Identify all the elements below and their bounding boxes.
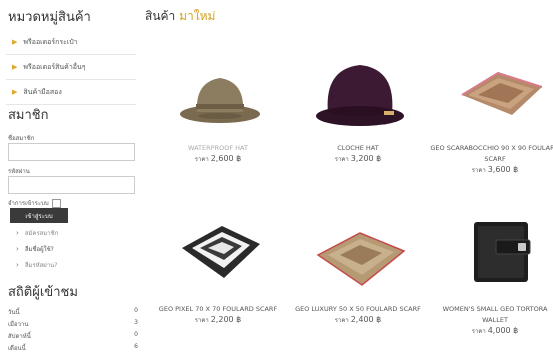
- register-link-label: สมัครสมาชิก: [24, 230, 59, 237]
- product-image[interactable]: [305, 220, 415, 295]
- stat-row: วันนี้ 0: [8, 307, 138, 317]
- product-name[interactable]: CLOCHE HAT: [293, 143, 423, 154]
- stat-row: เมื่อวาน 3: [8, 319, 138, 329]
- category-label: พรีออเดอร์กระเป๋า: [23, 37, 78, 46]
- product-image[interactable]: [165, 215, 275, 290]
- register-link[interactable]: › สมัครสมาชิก: [16, 228, 58, 238]
- stat-label: สัปดาห์นี้: [8, 333, 31, 340]
- product-price: ราคา 3,200 ฿: [293, 154, 423, 164]
- product-name[interactable]: GEO SCARABOCCHIO 90 X 90 FOULARD SCARF: [430, 143, 553, 165]
- product-image[interactable]: [305, 50, 415, 135]
- remember-checkbox[interactable]: [51, 198, 61, 208]
- price-label: ราคา: [334, 317, 349, 324]
- price-value: 4,000 ฿: [487, 326, 519, 335]
- login-button[interactable]: เข้าสู่ระบบ: [10, 208, 68, 223]
- product-price: ราคา 2,600 ฿: [153, 154, 283, 164]
- stat-label: เดือนนี้: [8, 345, 26, 352]
- product-name[interactable]: GEO LUXURY 50 X 50 FOULARD SCARF: [293, 304, 423, 315]
- product-image[interactable]: [165, 55, 275, 135]
- product-price: ราคา 4,000 ฿: [430, 326, 553, 336]
- password-input[interactable]: [8, 176, 135, 194]
- price-value: 2,200 ฿: [210, 315, 242, 324]
- stat-value: 0: [134, 331, 138, 338]
- chevron-right-icon: ›: [16, 245, 19, 253]
- chevron-right-icon: ›: [16, 229, 19, 237]
- price-label: ราคา: [334, 156, 349, 163]
- forgot-username-link[interactable]: › ลืมชื่อผู้ใช้?: [16, 244, 54, 254]
- price-value: 3,200 ฿: [350, 154, 382, 163]
- stats-title: สถิติผู้เข้าชม: [8, 285, 78, 300]
- stat-row: สัปดาห์นี้ 0: [8, 331, 138, 341]
- wallet-icon: [474, 221, 531, 282]
- triangle-right-icon: ▶: [12, 88, 18, 96]
- price-label: ราคา: [471, 167, 486, 174]
- triangle-right-icon: ▶: [12, 38, 18, 46]
- page-title-new: มาใหม่: [179, 9, 216, 23]
- product-price: ราคา 3,600 ฿: [430, 165, 553, 175]
- stat-value: 0: [134, 307, 138, 314]
- sidebar: หมวดหมู่สินค้า ▶ พรีออเดอร์กระเป๋า ▶ พรี…: [6, 0, 138, 360]
- category-title: หมวดหมู่สินค้า: [8, 10, 91, 25]
- page-title-prefix: สินค้า: [145, 9, 176, 23]
- price-label: ราคา: [471, 328, 486, 335]
- price-value: 2,400 ฿: [350, 315, 382, 324]
- scarf-icon: [461, 71, 543, 115]
- category-label: พรีออเดอร์สินค้าอื่นๆ: [23, 62, 86, 71]
- page-title: สินค้า มาใหม่: [145, 7, 215, 26]
- username-label: ชื่อสมาชิก: [8, 135, 35, 142]
- chevron-right-icon: ›: [16, 261, 19, 269]
- category-item-other-preorder[interactable]: ▶ พรีออเดอร์สินค้าอื่นๆ: [6, 55, 136, 80]
- price-label: ราคา: [194, 317, 209, 324]
- category-list: ▶ พรีออเดอร์กระเป๋า ▶ พรีออเดอร์สินค้าอื…: [6, 30, 136, 105]
- bucket-hat-icon: [180, 78, 260, 123]
- cloche-hat-icon: [316, 64, 404, 126]
- triangle-right-icon: ▶: [12, 63, 18, 71]
- product-card[interactable]: CLOCHE HAT ราคา 3,200 ฿: [293, 143, 423, 164]
- price-value: 2,600 ฿: [210, 154, 242, 163]
- forgot-password-link[interactable]: › ลืมรหัสผ่าน?: [16, 260, 57, 270]
- category-item-bag-preorder[interactable]: ▶ พรีออเดอร์กระเป๋า: [6, 30, 136, 55]
- stat-value: 6: [134, 343, 138, 350]
- product-card[interactable]: WATERPROOF HAT ราคา 2,600 ฿: [153, 143, 283, 164]
- forgot-password-label: ลืมรหัสผ่าน?: [24, 262, 58, 269]
- member-title: สมาชิก: [8, 108, 49, 123]
- price-label: ราคา: [194, 156, 209, 163]
- stat-row: เดือนนี้ 6: [8, 343, 138, 353]
- username-input[interactable]: [8, 143, 135, 161]
- category-label: สินค้ามือสอง: [23, 87, 62, 96]
- password-label: รหัสผ่าน: [8, 168, 30, 175]
- product-card[interactable]: WOMEN'S SMALL GEO TORTORA WALLET ราคา 4,0…: [430, 304, 553, 336]
- stat-label: เมื่อวาน: [8, 321, 29, 328]
- product-card[interactable]: GEO LUXURY 50 X 50 FOULARD SCARF ราคา 2,4…: [293, 304, 423, 325]
- product-price: ราคา 2,200 ฿: [153, 315, 283, 325]
- scarf-pixel-icon: [182, 225, 260, 278]
- scarf-luxury-icon: [316, 231, 406, 286]
- product-image[interactable]: [445, 60, 553, 130]
- product-card[interactable]: GEO PIXEL 70 X 70 FOULARD SCARF ราคา 2,20…: [153, 304, 283, 325]
- product-image[interactable]: [445, 208, 553, 293]
- stat-label: วันนี้: [8, 309, 20, 316]
- product-card[interactable]: GEO SCARABOCCHIO 90 X 90 FOULARD SCARF ร…: [430, 143, 553, 175]
- product-name[interactable]: GEO PIXEL 70 X 70 FOULARD SCARF: [153, 304, 283, 315]
- category-item-second-hand[interactable]: ▶ สินค้ามือสอง: [6, 80, 136, 105]
- product-name[interactable]: WATERPROOF HAT: [153, 143, 283, 154]
- price-value: 3,600 ฿: [487, 165, 519, 174]
- remember-me: จำการเข้าระบบ: [8, 198, 61, 208]
- product-name[interactable]: WOMEN'S SMALL GEO TORTORA WALLET: [430, 304, 553, 326]
- remember-label: จำการเข้าระบบ: [8, 200, 49, 207]
- forgot-username-label: ลืมชื่อผู้ใช้?: [24, 246, 54, 253]
- product-price: ราคา 2,400 ฿: [293, 315, 423, 325]
- stat-value: 3: [134, 319, 138, 326]
